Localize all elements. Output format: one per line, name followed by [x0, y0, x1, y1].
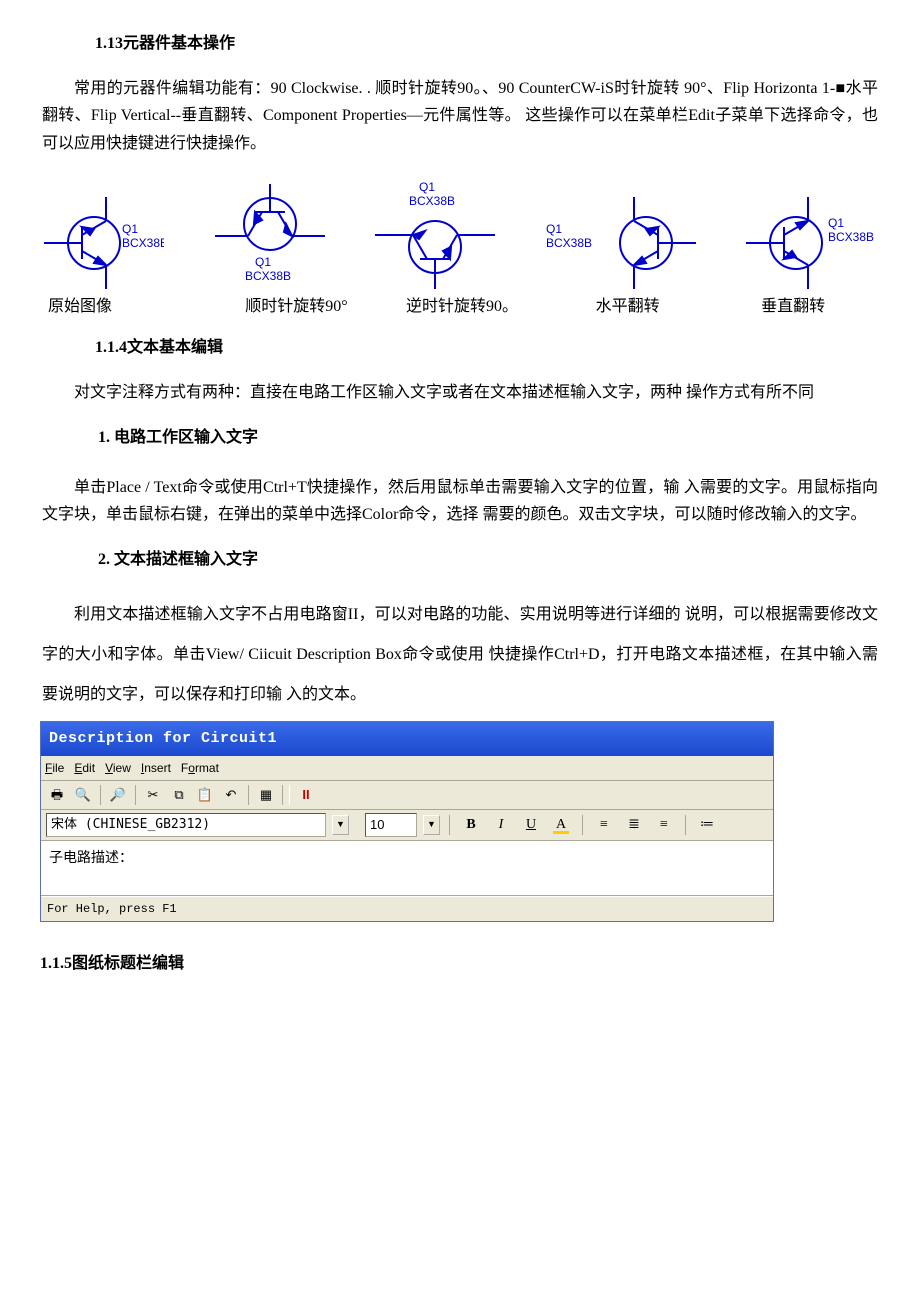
copy-icon[interactable]: ⧉ [167, 783, 191, 807]
heading-1-1-5: 1.1.5图纸标题栏编辑 [40, 950, 880, 977]
pause-icon[interactable]: II [294, 783, 318, 807]
caption-flipv: 垂直翻转 [710, 293, 876, 320]
label-part: BCX38B [828, 230, 874, 244]
transistor-fliph-icon: Q1 BCX38B [546, 197, 696, 289]
para-sub2: 利用文本描述框输入文字不占用电路窗II，可以对电路的功能、实用说明等进行详细的 … [40, 595, 880, 715]
transistor-ccw90-icon: Q1 BCX38B [375, 179, 495, 289]
figure-fliph: Q1 BCX38B [546, 197, 696, 289]
label-q1: Q1 [122, 222, 138, 236]
font-size-value: 10 [370, 814, 384, 836]
standard-toolbar: 🖶 🔍 🔎 ✂ ⧉ 📋 ↶ ▦ II [41, 781, 773, 810]
label-q1: Q1 [828, 216, 844, 230]
underline-button[interactable]: U [519, 813, 543, 837]
toolbar-separator [248, 785, 249, 805]
italic-button[interactable]: I [489, 813, 513, 837]
toolbar-separator [282, 785, 290, 805]
caption-ccw90: 逆时针旋转90。 [379, 293, 545, 320]
label-q1: Q1 [546, 222, 562, 236]
transistor-original-icon: Q1 BCX38B [44, 197, 164, 289]
caption-fliph: 水平翻转 [545, 293, 711, 320]
menu-bar: File Edit View Insert Format [41, 756, 773, 781]
figure-original: Q1 BCX38B [44, 197, 164, 289]
print-preview-icon[interactable]: 🔍 [71, 783, 95, 807]
menu-view[interactable]: View [105, 758, 131, 778]
bold-button[interactable]: B [459, 813, 483, 837]
menu-insert[interactable]: Insert [141, 758, 171, 778]
menu-format[interactable]: Format [181, 758, 219, 778]
para-sub1: 单击Place / Text命令或使用Ctrl+T快捷操作，然后用鼠标单击需要输… [40, 474, 880, 528]
transistor-cw90-icon: Q1 BCX38B [215, 184, 325, 289]
description-box-window: Description for Circuit1 File Edit View … [40, 721, 774, 922]
find-icon[interactable]: 🔎 [106, 783, 130, 807]
font-name-value: 宋体 (CHINESE_GB2312) [51, 814, 210, 836]
status-bar: For Help, press F1 [41, 896, 773, 921]
toolbar-separator [100, 785, 101, 805]
label-part: BCX38B [409, 194, 455, 208]
align-center-icon[interactable]: ≣ [622, 813, 646, 837]
bullet-list-icon[interactable]: ≔ [695, 813, 719, 837]
figure-cw90: Q1 BCX38B [215, 184, 325, 289]
cut-icon[interactable]: ✂ [141, 783, 165, 807]
undo-icon[interactable]: ↶ [219, 783, 243, 807]
label-q1: Q1 [419, 180, 435, 194]
toolbar-separator [685, 815, 686, 835]
figure-ccw90: Q1 BCX38B [375, 179, 495, 289]
label-part: BCX38B [245, 269, 291, 283]
transistor-flipv-icon: Q1 BCX38B [746, 197, 876, 289]
para-1-1-4: 对文字注释方式有两种：直接在电路工作区输入文字或者在文本描述框输入文字，两种 操… [40, 379, 880, 406]
para-1-13: 常用的元器件编辑功能有：90 Clockwise. . 顺时针旋转90。、90 … [40, 75, 880, 157]
toolbar-separator [135, 785, 136, 805]
format-toolbar: 宋体 (CHINESE_GB2312) ▼ 10 ▼ B I U A ≡ ≣ ≡… [41, 810, 773, 841]
align-right-icon[interactable]: ≡ [652, 813, 676, 837]
menu-file[interactable]: File [45, 758, 64, 778]
font-size-dropdown-icon[interactable]: ▼ [423, 815, 440, 835]
window-title: Description for Circuit1 [41, 722, 773, 756]
font-size-combobox[interactable]: 10 [365, 813, 417, 837]
font-name-combobox[interactable]: 宋体 (CHINESE_GB2312) [46, 813, 326, 837]
label-q1: Q1 [255, 255, 271, 269]
font-name-dropdown-icon[interactable]: ▼ [332, 815, 349, 835]
heading-1-13: 1.13元器件基本操作 [40, 30, 880, 57]
heading-sub1: 1. 电路工作区输入文字 [40, 424, 880, 451]
figure-captions: 原始图像 顺时针旋转90° 逆时针旋转90。 水平翻转 垂直翻转 [40, 293, 880, 320]
heading-1-1-4: 1.1.4文本基本编辑 [40, 334, 880, 361]
insert-object-icon[interactable]: ▦ [254, 783, 278, 807]
toolbar-separator [582, 815, 583, 835]
caption-cw90: 顺时针旋转90° [214, 293, 380, 320]
print-icon[interactable]: 🖶 [45, 783, 69, 807]
component-figures-row: Q1 BCX38B Q1 BCX38B Q1 BCX38B [40, 179, 880, 289]
label-part: BCX38B [546, 236, 592, 250]
toolbar-separator [449, 815, 450, 835]
caption-original: 原始图像 [44, 293, 214, 320]
heading-sub2: 2. 文本描述框输入文字 [40, 546, 880, 573]
menu-edit[interactable]: Edit [74, 758, 95, 778]
description-text-area[interactable]: 子电路描述： [41, 841, 773, 896]
figure-flipv: Q1 BCX38B [746, 197, 876, 289]
align-left-icon[interactable]: ≡ [592, 813, 616, 837]
font-color-button[interactable]: A [549, 813, 573, 837]
label-part: BCX38B [122, 236, 164, 250]
paste-icon[interactable]: 📋 [193, 783, 217, 807]
